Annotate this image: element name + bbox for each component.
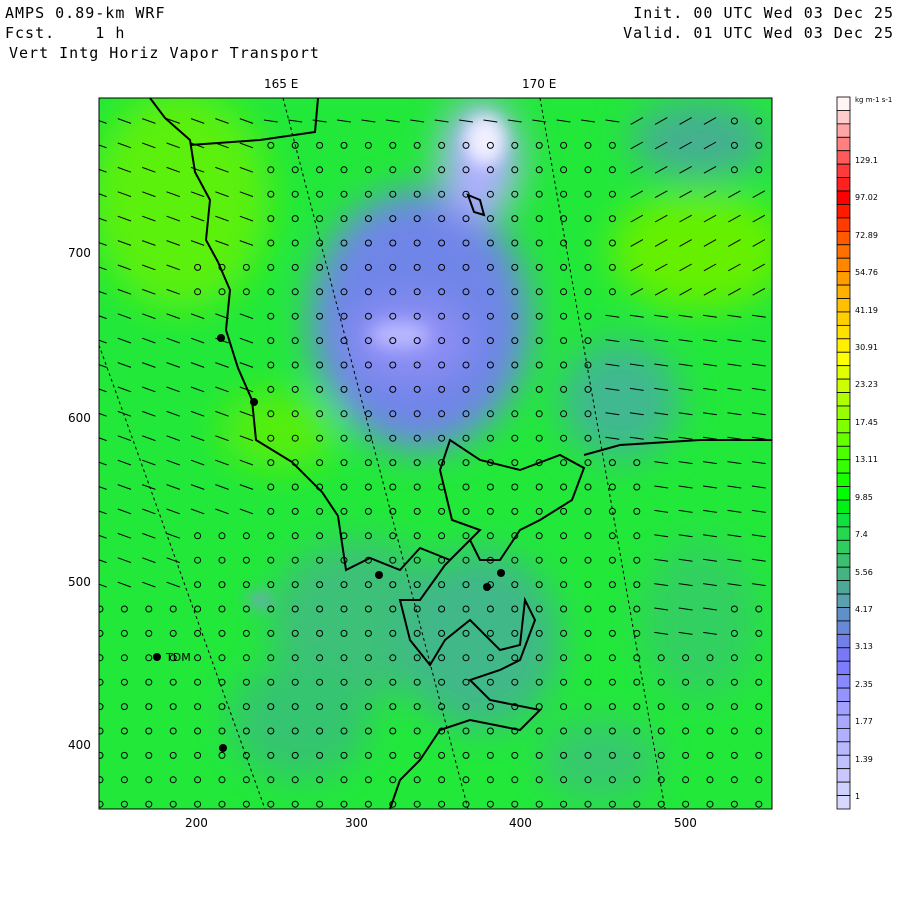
x-tick-500: 500 [674, 816, 697, 830]
colorbar-label: 41.19 [855, 305, 878, 315]
colorbar-label: 9.85 [855, 492, 873, 502]
colorbar-cell [836, 727, 851, 743]
colorbar-cell [836, 163, 851, 179]
colorbar-label: 54.76 [855, 268, 878, 278]
colorbar-cell [836, 338, 851, 353]
colorbar-cell [836, 701, 851, 716]
colorbar-cell [836, 298, 851, 313]
colorbar-cell [836, 150, 851, 165]
colorbar-cell [836, 754, 851, 770]
y-tick-600: 600 [68, 411, 91, 425]
colorbar-cell [836, 674, 851, 689]
colorbar-cell [836, 190, 851, 205]
vapor-transport-field [99, 98, 772, 809]
colorbar-label: 5.56 [855, 567, 873, 577]
colorbar-cell [836, 365, 851, 380]
x-tick-200: 200 [185, 816, 208, 830]
colorbar-cell [836, 123, 851, 138]
map-figure [98, 96, 851, 810]
colorbar-cell [836, 553, 851, 568]
colorbar-label: 4.17 [855, 604, 873, 614]
colorbar-cell [836, 110, 851, 125]
colorbar-cell [836, 526, 851, 541]
colorbar-cell [836, 687, 851, 702]
colorbar-cell [836, 217, 851, 232]
colorbar-cell [836, 513, 851, 528]
colorbar-cell [836, 633, 851, 649]
colorbar-cell [836, 284, 851, 299]
colorbar-cell [836, 311, 851, 326]
colorbar-cell [836, 486, 851, 501]
colorbar-cell [836, 324, 851, 340]
colorbar-cell [836, 580, 851, 595]
colorbar-label: 1.39 [855, 754, 873, 764]
colorbar-cell [836, 741, 851, 756]
colorbar-cell [836, 230, 851, 246]
colorbar-cell [836, 607, 851, 622]
lon-label-165e: 165 E [264, 77, 299, 91]
colorbar [836, 96, 851, 810]
colorbar-cell [836, 620, 851, 635]
colorbar-label: 1.77 [855, 717, 873, 727]
y-tick-700: 700 [68, 246, 91, 260]
colorbar-label: 97.02 [855, 193, 878, 203]
colorbar-label: 2.35 [855, 679, 873, 689]
colorbar-cell [836, 405, 851, 420]
colorbar-cell [836, 432, 851, 447]
colorbar-cell [836, 499, 851, 514]
colorbar-cell [836, 244, 851, 259]
colorbar-label: 23.23 [855, 380, 878, 390]
colorbar-cell [836, 392, 851, 407]
colorbar-label: 13.11 [855, 455, 878, 465]
colorbar-label: 3.13 [855, 642, 873, 652]
colorbar-cell [836, 714, 851, 729]
x-tick-400: 400 [509, 816, 532, 830]
colorbar-cell [836, 204, 851, 219]
colorbar-cell [836, 647, 851, 662]
colorbar-units: kg m-1 s-1 [855, 96, 893, 104]
colorbar-label: 1 [855, 792, 861, 801]
lon-label-170e: 170 E [522, 77, 557, 91]
colorbar-cell [836, 351, 851, 367]
colorbar-label: 17.45 [855, 417, 878, 427]
colorbar-cell [836, 445, 851, 461]
colorbar-cell [836, 177, 851, 192]
colorbar-cell [836, 768, 851, 783]
colorbar-cell [836, 795, 851, 810]
station-label-tdm: TDM [166, 651, 191, 664]
colorbar-cell [836, 257, 851, 273]
colorbar-cell [836, 459, 851, 474]
colorbar-cell [836, 136, 851, 152]
colorbar-cell [836, 271, 851, 286]
colorbar-cell [836, 566, 851, 582]
colorbar-cell [836, 660, 851, 676]
y-tick-400: 400 [68, 738, 91, 752]
colorbar-cell [836, 539, 851, 555]
colorbar-cell [836, 96, 851, 111]
colorbar-cell [836, 472, 851, 487]
colorbar-cell [836, 593, 851, 608]
colorbar-label: 72.89 [855, 230, 878, 240]
colorbar-cell [836, 419, 851, 434]
colorbar-label: 129.1 [855, 156, 878, 165]
colorbar-label: 7.4 [855, 530, 868, 540]
x-tick-300: 300 [345, 816, 368, 830]
y-tick-500: 500 [68, 575, 91, 589]
colorbar-label: 30.91 [855, 343, 878, 353]
colorbar-cell [836, 378, 851, 393]
colorbar-cell [836, 781, 851, 796]
